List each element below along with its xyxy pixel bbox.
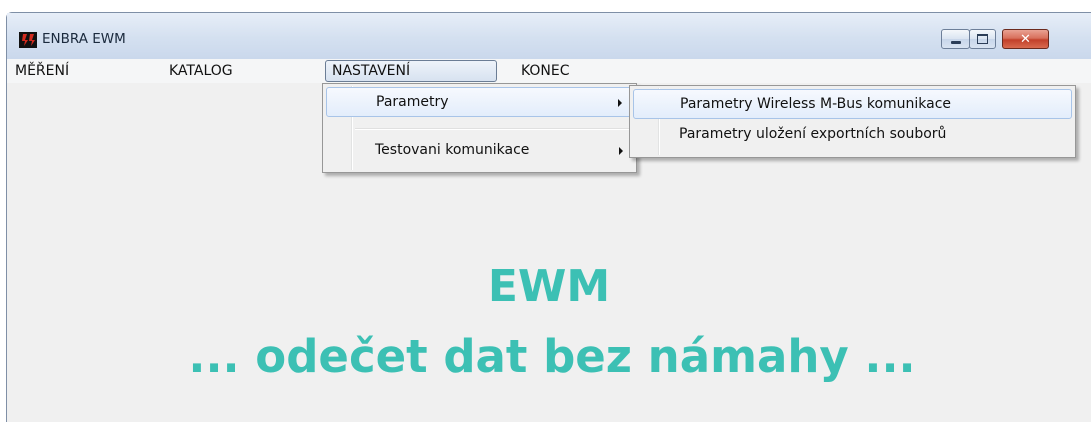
enbra-logo-icon (19, 32, 37, 48)
menu-item-testovani-komunikace[interactable]: Testovani komunikace (326, 136, 633, 166)
close-button[interactable]: ✕ (1002, 29, 1049, 49)
menu-katalog[interactable]: KATALOG (163, 59, 239, 83)
menu-item-label: Parametry uložení exportních souborů (679, 126, 947, 142)
menu-item-wireless-mbus[interactable]: Parametry Wireless M-Bus komunikace (633, 89, 1072, 119)
nastaveni-dropdown: Parametry Testovani komunikace (322, 83, 637, 173)
menu-item-label: Testovani komunikace (375, 142, 530, 158)
title-bar: ENBRA EWM ✕ (7, 13, 1091, 59)
menu-bar: MĚŘENÍ KATALOG NASTAVENÍ KONEC (7, 59, 1091, 83)
minimize-icon (950, 40, 961, 44)
submenu-arrow-icon (618, 99, 622, 107)
maximize-icon (977, 34, 988, 44)
menu-item-label: Parametry Wireless M-Bus komunikace (680, 96, 952, 112)
minimize-button[interactable] (941, 29, 970, 49)
submenu-arrow-icon (619, 147, 623, 155)
menu-konec[interactable]: KONEC (515, 59, 576, 83)
hero-title: EWM (487, 261, 611, 312)
parametry-submenu: Parametry Wireless M-Bus komunikace Para… (629, 85, 1076, 158)
menu-item-parametry[interactable]: Parametry (326, 87, 633, 117)
maximize-button[interactable] (969, 29, 996, 49)
app-window: ENBRA EWM ✕ MĚŘENÍ KATALOG NASTAVENÍ KON… (6, 12, 1091, 422)
hero-slogan: ... odečet dat bez námahy ... (188, 330, 916, 383)
menu-nastaveni[interactable]: NASTAVENÍ (325, 60, 497, 82)
window-title: ENBRA EWM (42, 31, 126, 47)
menu-mereni[interactable]: MĚŘENÍ (9, 59, 75, 83)
close-icon: ✕ (1020, 31, 1031, 47)
menu-item-export-files[interactable]: Parametry uložení exportních souborů (633, 122, 1072, 152)
menu-separator (355, 128, 633, 130)
cropped-text-strip (0, 0, 1091, 12)
menu-item-label: Parametry (376, 94, 449, 110)
